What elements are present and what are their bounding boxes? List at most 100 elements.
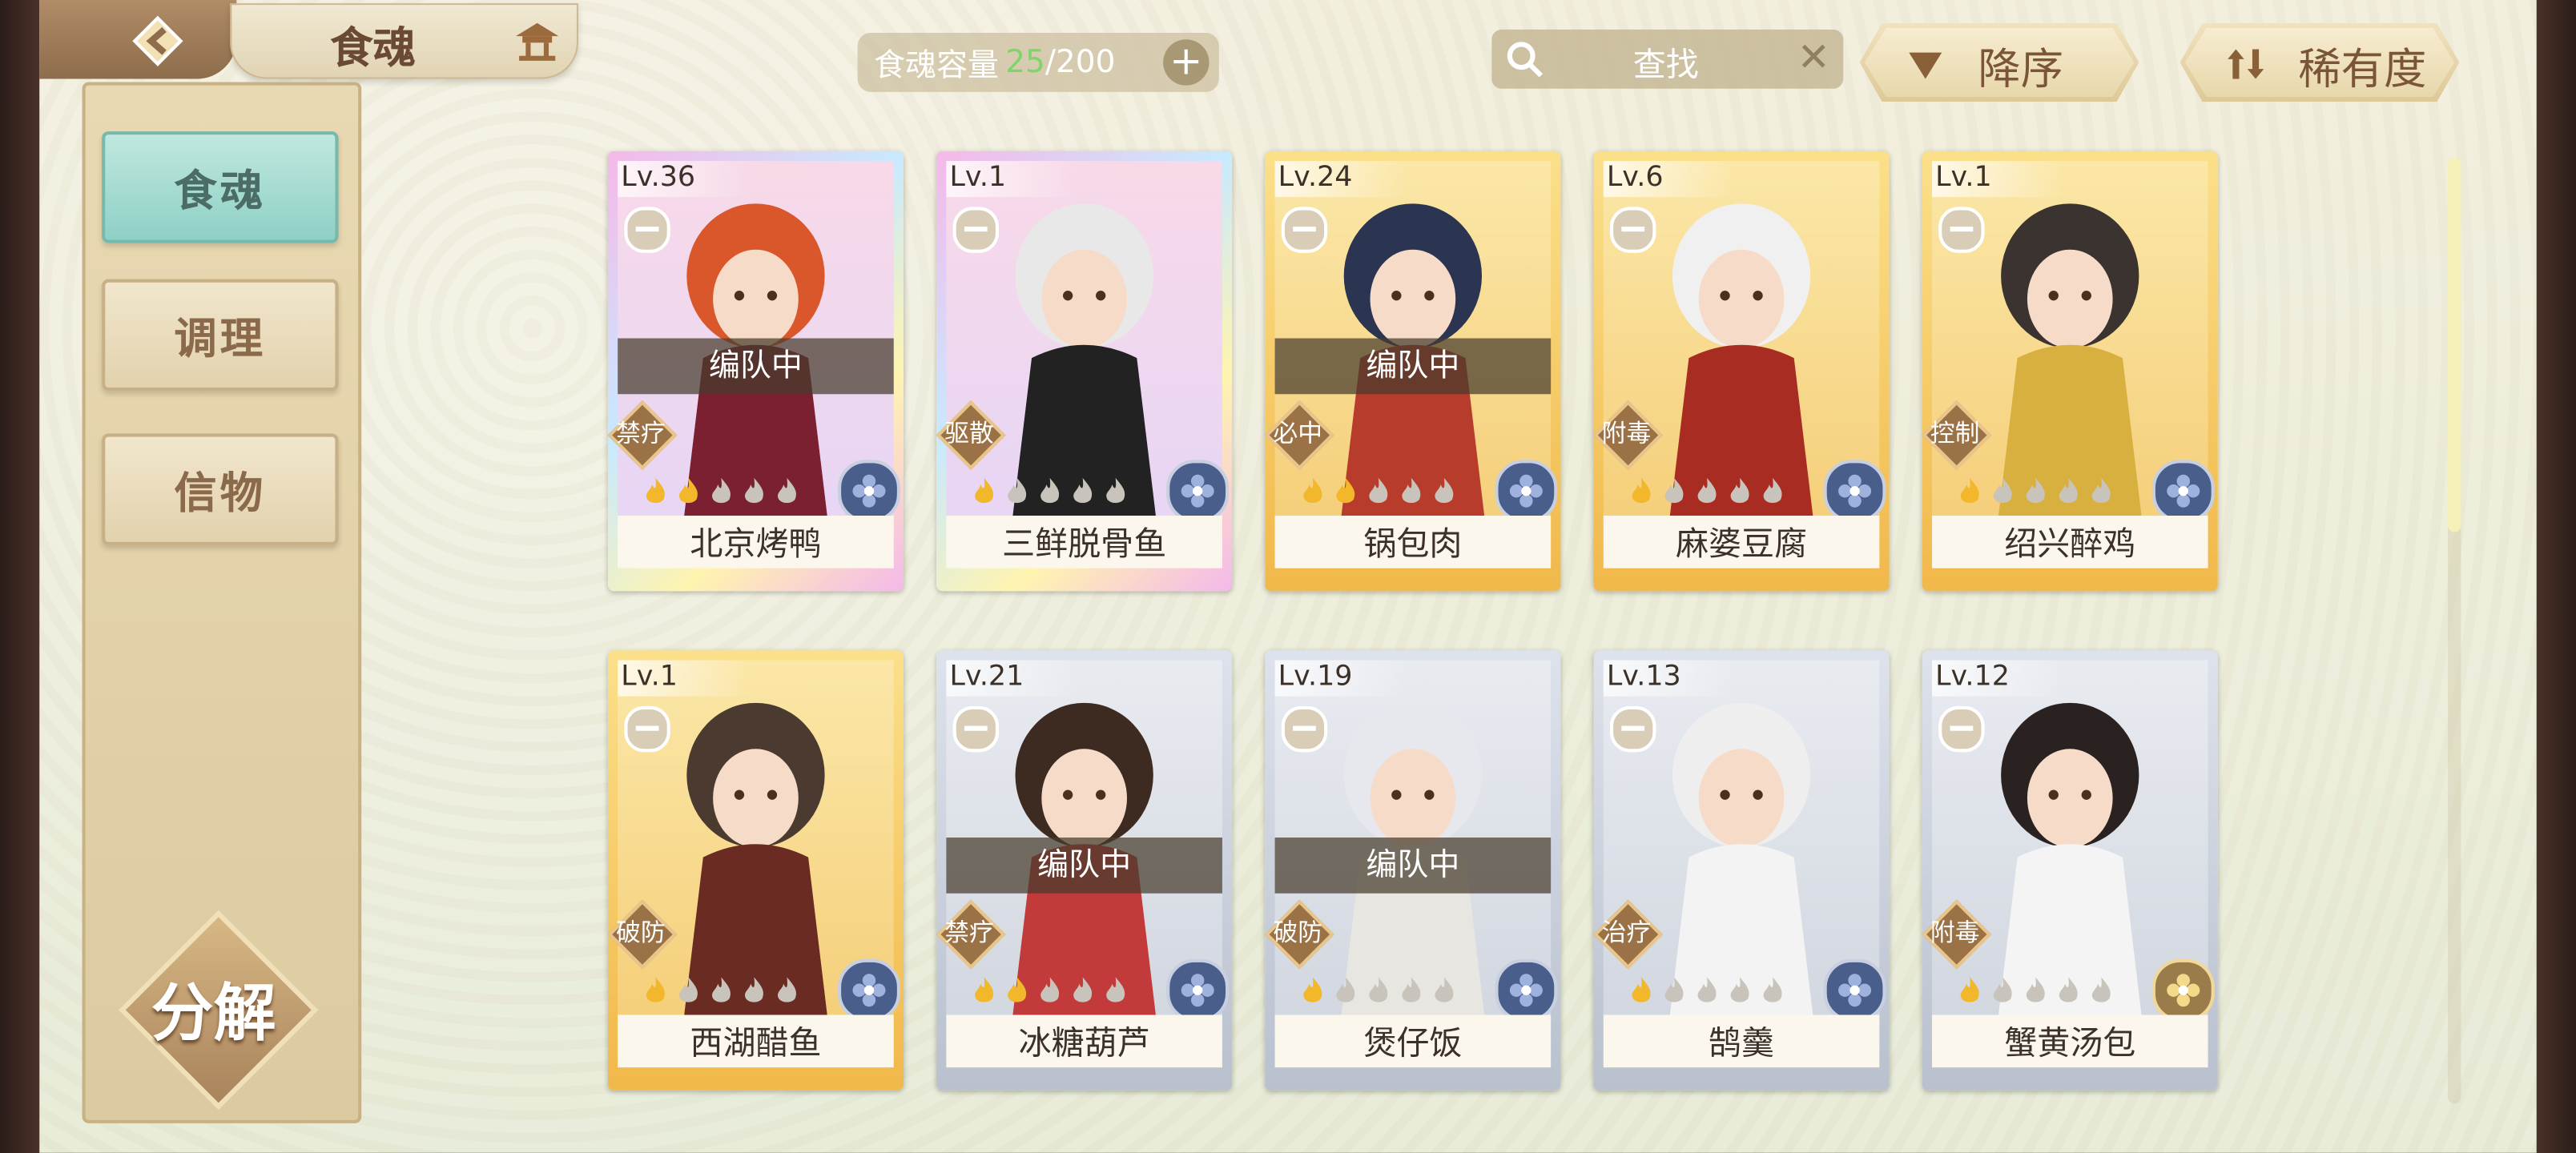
sort-key-button[interactable]: 稀有度 (2180, 22, 2460, 102)
card-list-scrollbar[interactable] (2447, 157, 2461, 1104)
flame-star-icon (975, 977, 994, 1002)
back-arrow-icon (132, 15, 183, 66)
flame-star-icon (1697, 977, 1717, 1002)
window-frame-right (2536, 0, 2576, 1153)
flame-star-icon (1632, 977, 1651, 1002)
card-name: 三鲜脱骨鱼 (1002, 524, 1167, 564)
sort-order-button[interactable]: 降序 (1859, 22, 2139, 102)
flower-icon (1509, 474, 1543, 508)
flame-star-icon (2091, 477, 2111, 504)
flame-star-icon (1402, 977, 1421, 1002)
nav-tab-food-souls[interactable]: 食魂 (102, 131, 339, 243)
star-rating (1955, 975, 2116, 1008)
expand-capacity-button[interactable]: + (1163, 39, 1210, 86)
role-badge: 治疗 (1593, 899, 1664, 970)
card-level: Lv.21 (949, 660, 1024, 693)
food-soul-card[interactable]: Lv.1 破防 西湖醋鱼 (607, 650, 904, 1091)
team-status-badge: 编队中 (1274, 838, 1552, 894)
card-name: 鹄羹 (1709, 1022, 1775, 1063)
flame-star-icon (646, 977, 665, 1002)
food-soul-card[interactable]: Lv.12 附毒 蟹黄汤包 (1922, 650, 2218, 1091)
star-rating (1298, 975, 1459, 1008)
role-badge: 禁疗 (936, 899, 1006, 970)
flame-star-icon (1763, 477, 1782, 504)
mouth-icon (1281, 705, 1328, 753)
flame-star-icon (745, 477, 763, 504)
card-name: 绍兴醉鸡 (2004, 524, 2136, 564)
flame-star-icon (1993, 977, 2012, 1002)
flame-star-icon (1106, 977, 1125, 1002)
card-name: 冰糖葫芦 (1018, 1022, 1150, 1063)
food-soul-card[interactable]: Lv.1 控制 绍兴醉鸡 (1922, 151, 2218, 592)
role-label: 破防 (616, 918, 666, 948)
element-icon (1495, 958, 1558, 1022)
flame-star-icon (1336, 977, 1355, 1002)
decompose-button[interactable]: 分解 (119, 910, 319, 1111)
star-rating (1298, 476, 1459, 509)
role-label: 必中 (1273, 419, 1323, 448)
star-rating (641, 975, 802, 1008)
food-soul-card[interactable]: Lv.24 编队中 必中 锅包肉 (1265, 151, 1561, 592)
flame-star-icon (2091, 977, 2111, 1002)
star-rating (1955, 476, 2116, 509)
flame-star-icon (1664, 977, 1684, 1002)
nav-tab-tokens[interactable]: 信物 (102, 433, 339, 545)
flame-star-icon (1730, 977, 1749, 1002)
flower-icon (2167, 974, 2200, 1007)
flame-star-icon (712, 477, 731, 504)
food-soul-card[interactable]: Lv.6 附毒 麻婆豆腐 (1593, 151, 1890, 592)
star-rating (1626, 476, 1787, 509)
flame-star-icon (1040, 977, 1060, 1002)
food-soul-card[interactable]: Lv.36 编队中 禁疗 北京烤鸭 (607, 151, 904, 592)
card-level: Lv.13 (1606, 660, 1681, 693)
flame-star-icon (1369, 477, 1388, 504)
role-label: 治疗 (1601, 918, 1652, 948)
role-badge: 驱散 (936, 400, 1006, 471)
card-name: 西湖醋鱼 (690, 1022, 822, 1063)
flame-star-icon (646, 477, 665, 504)
food-soul-card[interactable]: Lv.13 治疗 鹄羹 (1593, 650, 1890, 1091)
flame-star-icon (1993, 477, 2012, 504)
flame-star-icon (1960, 477, 1979, 504)
clear-icon[interactable]: ✕ (1797, 34, 1830, 80)
star-rating (969, 476, 1130, 509)
home-pavilion-icon[interactable] (513, 20, 562, 62)
element-icon (838, 958, 900, 1022)
card-level: Lv.24 (1278, 160, 1353, 195)
nav-tab-label: 食魂 (174, 167, 267, 216)
element-icon (1823, 460, 1886, 523)
food-soul-card[interactable]: Lv.1 驱散 三鲜脱骨鱼 (936, 151, 1233, 592)
flame-star-icon (678, 977, 698, 1002)
flame-star-icon (975, 477, 994, 504)
flame-star-icon (1664, 477, 1684, 504)
flower-icon (1181, 474, 1214, 508)
role-badge: 禁疗 (607, 400, 678, 471)
back-button[interactable] (125, 10, 191, 72)
scrollbar-thumb[interactable] (2447, 157, 2461, 532)
card-level: Lv.6 (1606, 160, 1664, 195)
nav-tab-label: 信物 (174, 468, 267, 519)
flame-star-icon (1730, 477, 1749, 504)
star-rating (1626, 975, 1787, 1008)
flame-star-icon (1402, 477, 1421, 504)
search-input[interactable]: 查找 ✕ (1491, 29, 1844, 89)
window-frame-left (0, 0, 40, 1153)
sort-down-icon (1909, 52, 1942, 79)
flame-star-icon (1073, 477, 1093, 504)
food-soul-card[interactable]: Lv.21 编队中 禁疗 冰糖葫芦 (936, 650, 1233, 1091)
role-label: 附毒 (1601, 419, 1652, 448)
mouth-icon (952, 705, 1000, 753)
card-level: Lv.12 (1935, 660, 2010, 693)
food-soul-card[interactable]: Lv.19 编队中 破防 煲仔饭 (1265, 650, 1561, 1091)
flower-icon (1181, 974, 1214, 1007)
mouth-icon (1281, 207, 1328, 253)
star-rating (641, 476, 802, 509)
mouth-icon (952, 207, 1000, 253)
nav-tab-cooking[interactable]: 调理 (102, 279, 339, 392)
star-rating (969, 975, 1130, 1008)
flame-star-icon (1303, 477, 1322, 504)
sort-key-label: 稀有度 (2298, 46, 2427, 95)
mouth-icon (624, 705, 670, 753)
element-icon (2151, 460, 2215, 523)
sort-order-label: 降序 (1978, 46, 2064, 95)
